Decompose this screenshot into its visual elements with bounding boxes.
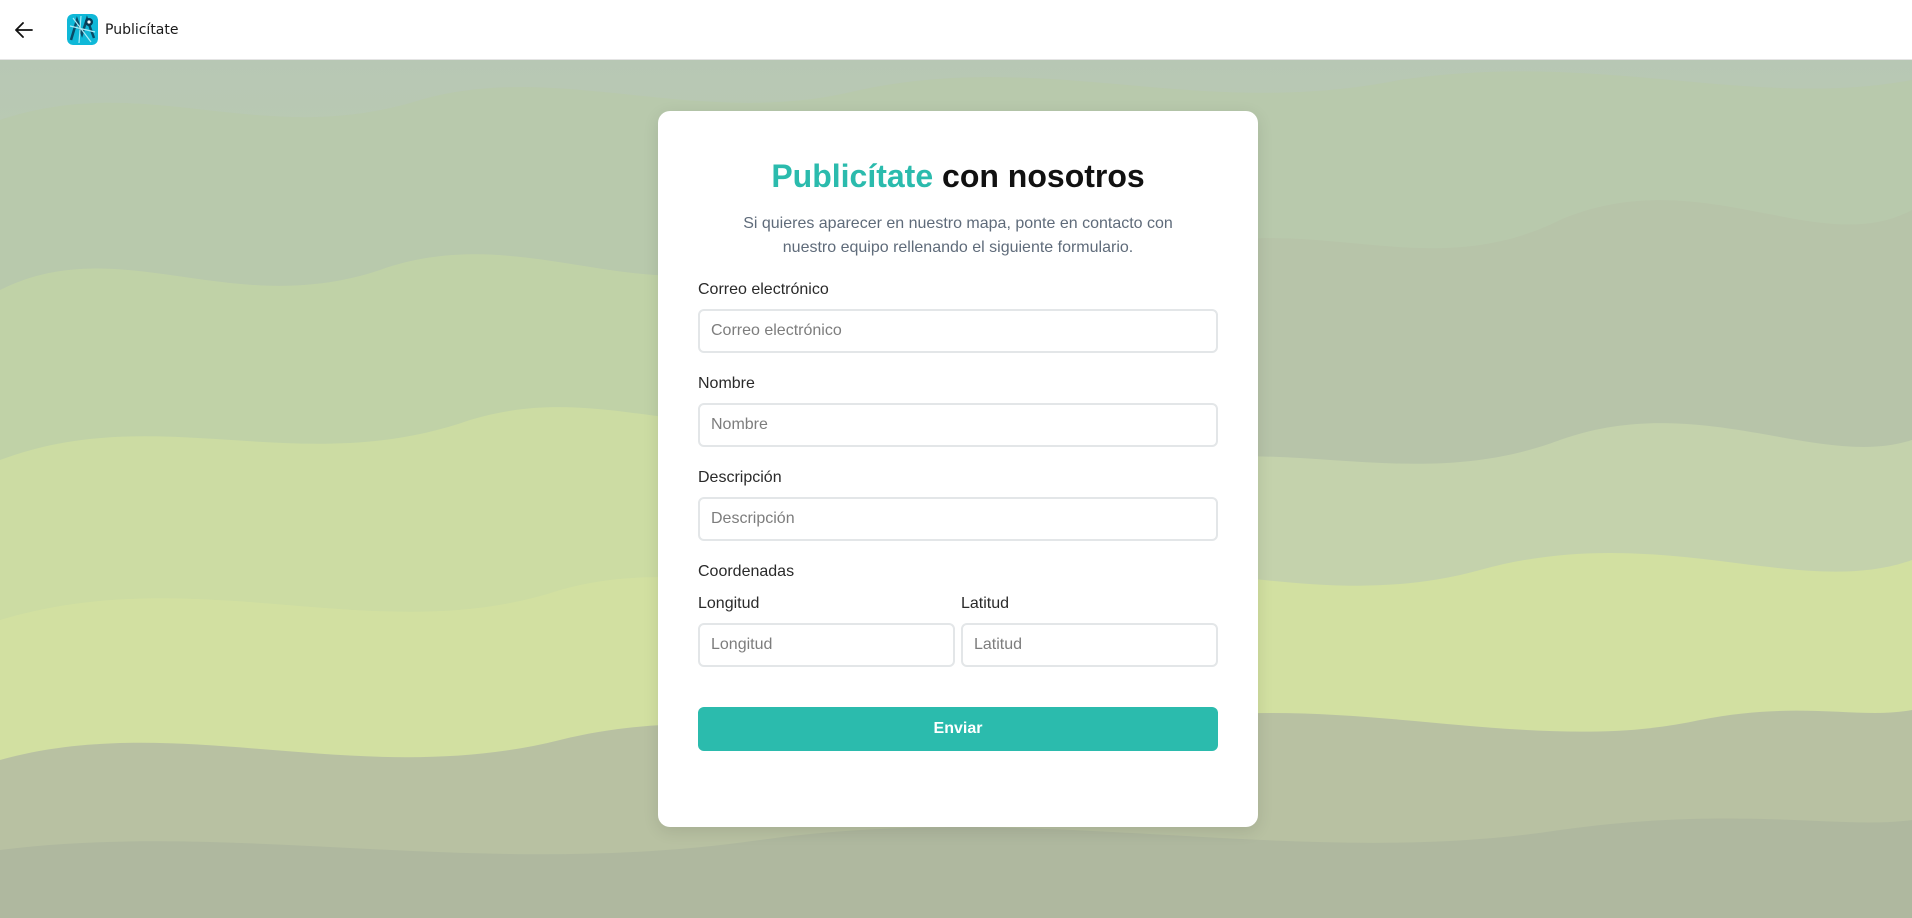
form-title-rest: con nosotros bbox=[933, 158, 1145, 194]
name-field[interactable] bbox=[698, 403, 1218, 447]
advertise-form-card: Publicítate con nosotros Si quieres apar… bbox=[658, 111, 1258, 827]
description-field[interactable] bbox=[698, 497, 1218, 541]
arrow-left-icon bbox=[15, 21, 33, 38]
submit-button[interactable]: Enviar bbox=[698, 707, 1218, 751]
name-label: Nombre bbox=[698, 375, 755, 392]
longitude-label: Longitud bbox=[698, 595, 760, 612]
map-logo-icon bbox=[67, 14, 98, 45]
form-subtitle: Si quieres aparecer en nuestro mapa, pon… bbox=[743, 215, 1173, 256]
form-title: Publicítate con nosotros bbox=[698, 156, 1218, 196]
back-button[interactable] bbox=[0, 0, 48, 60]
title-bar: Publicítate bbox=[0, 0, 1912, 60]
description-label: Descripción bbox=[698, 469, 782, 486]
coordinates-row: Longitud Latitud bbox=[698, 594, 1218, 667]
longitude-group: Longitud bbox=[698, 594, 955, 667]
email-field[interactable] bbox=[698, 309, 1218, 353]
latitude-field[interactable] bbox=[961, 623, 1218, 667]
latitude-label: Latitud bbox=[961, 595, 1010, 612]
form-title-accent: Publicítate bbox=[771, 158, 934, 194]
app-title: Publicítate bbox=[105, 21, 179, 38]
coordinates-label: Coordenadas bbox=[698, 563, 795, 580]
email-label: Correo electrónico bbox=[698, 281, 829, 298]
longitude-field[interactable] bbox=[698, 623, 955, 667]
latitude-group: Latitud bbox=[961, 594, 1218, 667]
